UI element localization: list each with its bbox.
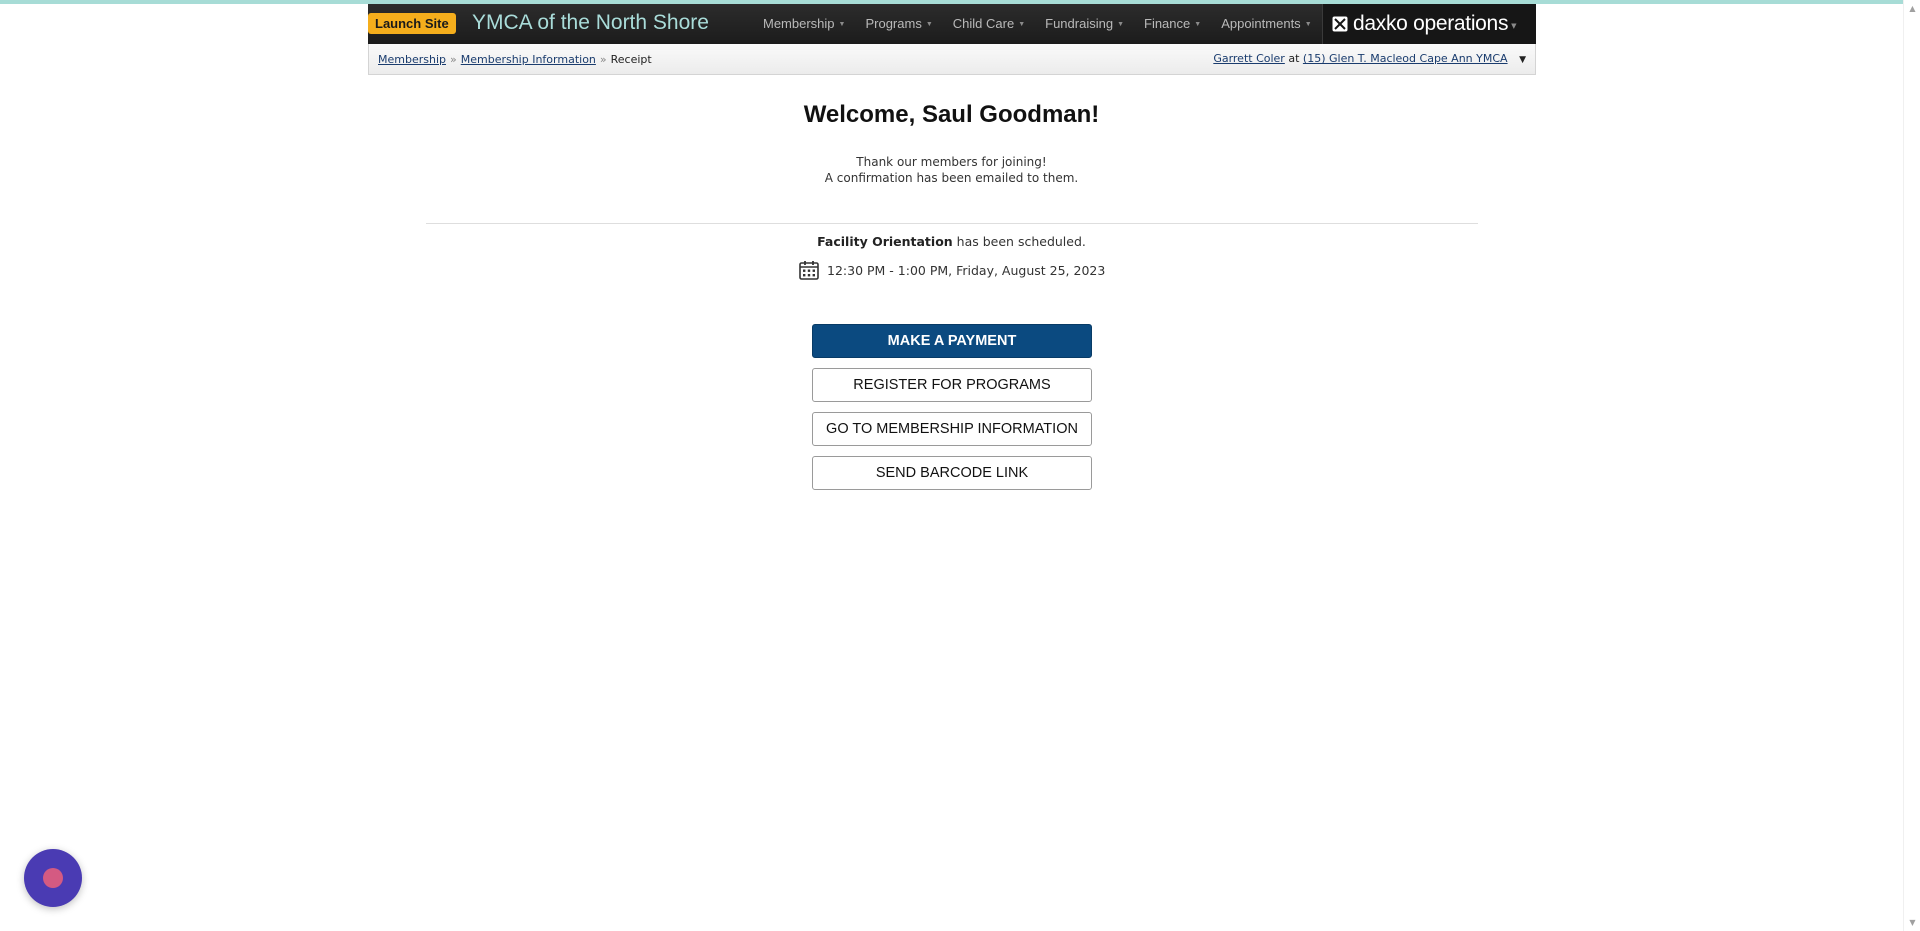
send-barcode-link-button[interactable]: SEND BARCODE LINK (812, 456, 1092, 490)
confirmation-message: Thank our members for joining! A confirm… (0, 154, 1903, 186)
breadcrumb-link-membership[interactable]: Membership (378, 53, 446, 66)
top-navbar: Launch Site YMCA of the North Shore Memb… (368, 4, 1536, 44)
chevron-down-icon: ▼ (925, 21, 933, 28)
user-location-selector: Garrett Coler at (15) Glen T. Macleod Ca… (1213, 52, 1526, 65)
caret-down-icon[interactable]: ▼ (1519, 55, 1526, 65)
nav-item-label: Child Care (952, 16, 1015, 31)
envelope-x-icon (1332, 16, 1348, 32)
breadcrumb-current: Receipt (610, 53, 652, 66)
register-programs-button[interactable]: REGISTER FOR PROGRAMS (812, 368, 1092, 402)
membership-information-button[interactable]: GO TO MEMBERSHIP INFORMATION (812, 412, 1092, 446)
breadcrumb-separator: » (599, 53, 607, 66)
vertical-scrollbar[interactable]: ▲ ▼ (1903, 0, 1920, 931)
nav-item-fundraising[interactable]: Fundraising ▼ (1035, 4, 1134, 44)
thanks-line: Thank our members for joining! (856, 155, 1047, 169)
chevron-down-icon: ▼ (1304, 21, 1312, 28)
chevron-down-icon: ▼ (1511, 22, 1517, 30)
nav-item-label: Appointments (1221, 16, 1301, 31)
location-link[interactable]: (15) Glen T. Macleod Cape Ann YMCA (1303, 52, 1508, 65)
main-nav-menu: Membership ▼ Programs ▼ Child Care ▼ Fundra… (753, 4, 1322, 44)
section-divider (426, 223, 1478, 224)
chevron-down-icon: ▼ (1018, 21, 1026, 28)
scroll-up-arrow-icon[interactable]: ▲ (1904, 0, 1920, 17)
welcome-heading: Welcome, Saul Goodman! (803, 101, 1100, 128)
launch-site-button[interactable]: Launch Site (368, 13, 456, 34)
breadcrumb-separator: » (450, 53, 457, 66)
user-at-text: at (1288, 52, 1300, 65)
chevron-down-icon: ▼ (838, 21, 846, 28)
breadcrumb: Membership» Membership Information» Receip… (378, 53, 652, 66)
chat-dot (43, 868, 63, 888)
calendar-icon (799, 261, 819, 280)
scroll-down-arrow-icon[interactable]: ▼ (1904, 914, 1920, 931)
orientation-status: has been scheduled. (956, 234, 1086, 249)
user-name-link[interactable]: Garrett Coler (1213, 52, 1285, 65)
nav-item-membership[interactable]: Membership ▼ (753, 4, 855, 44)
chat-bubble-icon[interactable] (24, 849, 82, 907)
organization-name[interactable]: YMCA of the North Shore (472, 11, 709, 35)
brand-name: daxko operations (1353, 12, 1509, 35)
breadcrumb-link-membership-information[interactable]: Membership Information (461, 53, 596, 66)
orientation-title: Facility Orientation (817, 234, 953, 249)
nav-item-finance[interactable]: Finance ▼ (1134, 4, 1211, 44)
nav-item-child-care[interactable]: Child Care ▼ (943, 4, 1035, 44)
nav-item-label: Finance (1144, 16, 1191, 31)
nav-item-label: Programs (865, 16, 922, 31)
nav-item-programs[interactable]: Programs ▼ (855, 4, 942, 44)
orientation-notice: Facility Orientation has been scheduled. (0, 234, 1903, 249)
confirmation-line: A confirmation has been emailed to them. (824, 171, 1079, 185)
chevron-down-icon: ▼ (1194, 21, 1202, 28)
chevron-down-icon: ▼ (1117, 21, 1124, 28)
schedule-time: 12:30 PM - 1:00 PM, Friday, August 25, 2… (827, 262, 1106, 278)
nav-item-label: Membership (763, 16, 835, 31)
nav-item-label: Fundraising (1045, 16, 1114, 31)
make-payment-button[interactable]: MAKE A PAYMENT (812, 324, 1092, 358)
breadcrumb-bar: Membership» Membership Information» Receip… (368, 44, 1536, 75)
daxko-brand-menu[interactable]: daxko operations ▼ (1322, 4, 1536, 44)
orientation-schedule: 12:30 PM - 1:00 PM, Friday, August 25, 2… (798, 258, 1105, 282)
nav-item-appointments[interactable]: Appointments ▼ (1211, 4, 1321, 44)
